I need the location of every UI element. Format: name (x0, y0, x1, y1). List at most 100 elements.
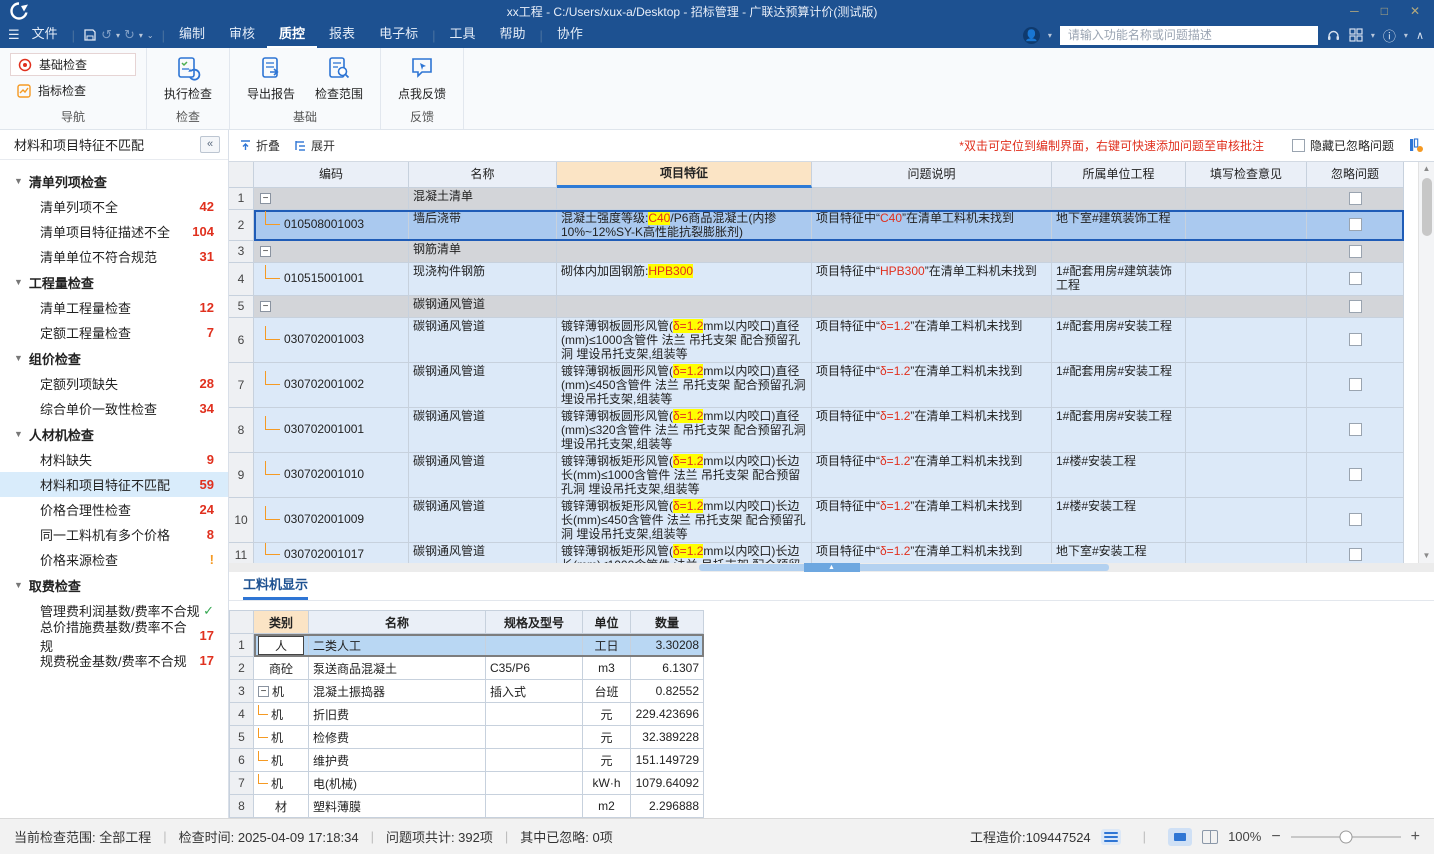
table-row-selected[interactable]: 2 010508001003 墙后浇带 混凝土强度等级:C40/P6商品混凝土(… (229, 210, 1404, 241)
cost-detail-icon[interactable] (1101, 829, 1121, 845)
header-qty[interactable]: 数量 (631, 611, 704, 634)
collapse-minus-icon[interactable]: − (260, 193, 271, 204)
resource-row[interactable]: 5 机 检修费 元 32.389228 (229, 726, 704, 749)
code-cell[interactable]: − (254, 188, 409, 210)
name-cell[interactable]: 泵送商品混凝土 (309, 657, 486, 680)
row-number[interactable]: 1 (229, 634, 254, 657)
row-number[interactable]: 10 (229, 498, 254, 543)
row-number[interactable]: 8 (229, 408, 254, 453)
code-cell[interactable]: 030702001010 (254, 453, 409, 498)
category-cell[interactable]: 商砼 (254, 657, 309, 680)
tree-item[interactable]: 清单列项不全42 (0, 194, 228, 219)
unit-cell[interactable]: 台班 (583, 680, 631, 703)
unit-project-cell[interactable]: 1#楼#安装工程 (1052, 453, 1186, 498)
opinion-cell[interactable] (1186, 241, 1307, 263)
code-cell[interactable]: 030702001002 (254, 363, 409, 408)
spec-cell[interactable] (486, 703, 583, 726)
hamburger-icon[interactable]: ☰ (8, 27, 20, 43)
row-number[interactable]: 6 (229, 749, 254, 772)
code-cell[interactable]: − (254, 241, 409, 263)
unit-cell[interactable]: 元 (583, 726, 631, 749)
opinion-cell[interactable] (1186, 210, 1307, 241)
problem-cell[interactable]: 项目特征中“δ=1.2”在清单工料机未找到 (812, 498, 1052, 543)
qty-cell[interactable]: 0.82552 (631, 680, 704, 703)
qty-cell[interactable]: 3.30208 (631, 634, 704, 657)
feedback-button[interactable]: 点我反馈 (391, 53, 453, 102)
problem-cell[interactable]: 项目特征中“δ=1.2”在清单工料机未找到 (812, 318, 1052, 363)
tree-item[interactable]: 总价措施费基数/费率不合规17 (0, 623, 228, 648)
tree-item[interactable]: 清单单位不符合规范31 (0, 244, 228, 269)
ignore-checkbox[interactable] (1349, 378, 1362, 391)
problem-cell[interactable]: 项目特征中“δ=1.2”在清单工料机未找到 (812, 408, 1052, 453)
name-cell[interactable]: 塑料薄膜 (309, 795, 486, 818)
name-cell[interactable]: 二类人工 (309, 634, 486, 657)
header-unit[interactable]: 单位 (583, 611, 631, 634)
name-cell[interactable]: 碳钢通风管道 (409, 363, 557, 408)
sidebar-collapse-button[interactable]: « (200, 136, 220, 153)
code-cell[interactable]: − (254, 296, 409, 318)
opinion-cell[interactable] (1186, 188, 1307, 210)
code-cell[interactable]: 030702001001 (254, 408, 409, 453)
resource-row[interactable]: 2 商砼 泵送商品混凝土 C35/P6 m3 6.1307 (229, 657, 704, 680)
export-report-button[interactable]: 导出报告 (240, 53, 302, 102)
maximize-button[interactable]: □ (1381, 4, 1388, 18)
layout-split-icon[interactable] (1202, 830, 1218, 844)
problem-cell[interactable] (812, 188, 1052, 210)
tree-item[interactable]: 价格来源检查! (0, 547, 228, 572)
collapse-rows-button[interactable]: 折叠 (239, 137, 280, 154)
tab-resource-display[interactable]: 工料机显示 (243, 574, 308, 600)
table-row-group[interactable]: 1 − 混凝土清单 (229, 188, 1404, 210)
scrollbar-thumb[interactable] (1422, 178, 1432, 236)
opinion-cell[interactable] (1186, 543, 1307, 563)
feature-cell[interactable]: 砌体内加固钢筋:HPB300 (557, 263, 812, 296)
qty-cell[interactable]: 6.1307 (631, 657, 704, 680)
tree-item[interactable]: 定额工程量检查7 (0, 320, 228, 345)
tree-item[interactable]: 综合单价一致性检查34 (0, 396, 228, 421)
feature-cell[interactable]: 镀锌薄钢板圆形风管(δ=1.2mm以内咬口)直径(mm)≤1000含管件 法兰 … (557, 318, 812, 363)
opinion-cell[interactable] (1186, 498, 1307, 543)
opinion-cell[interactable] (1186, 408, 1307, 453)
tree-item[interactable]: 定额列项缺失28 (0, 371, 228, 396)
qty-cell[interactable]: 32.389228 (631, 726, 704, 749)
resource-row-selected[interactable]: 1 人 二类人工 工日 3.30208 (229, 634, 704, 657)
user-avatar[interactable]: 👤 (1023, 27, 1040, 44)
opinion-cell[interactable] (1186, 363, 1307, 408)
name-cell[interactable]: 检修费 (309, 726, 486, 749)
ignore-checkbox[interactable] (1349, 300, 1362, 313)
unit-project-cell[interactable]: 地下室#安装工程 (1052, 543, 1186, 563)
name-cell[interactable]: 碳钢通风管道 (409, 318, 557, 363)
collapse-ribbon-icon[interactable]: ∧ (1416, 29, 1424, 42)
table-row[interactable]: 4 010515001001 现浇构件钢筋 砌体内加固钢筋:HPB300 项目特… (229, 263, 1404, 296)
ignore-checkbox[interactable] (1349, 513, 1362, 526)
row-number[interactable]: 5 (229, 296, 254, 318)
header-spec[interactable]: 规格及型号 (486, 611, 583, 634)
name-cell[interactable]: 折旧费 (309, 703, 486, 726)
header-code[interactable]: 编码 (254, 162, 409, 188)
name-cell[interactable]: 墙后浇带 (409, 210, 557, 241)
unit-cell[interactable]: m2 (583, 795, 631, 818)
unit-project-cell[interactable] (1052, 241, 1186, 263)
code-cell[interactable]: 030702001017 (254, 543, 409, 563)
table-row[interactable]: 11 030702001017 碳钢通风管道 镀锌薄钢板矩形风管(δ=1.2mm… (229, 543, 1404, 563)
row-number[interactable]: 3 (229, 680, 254, 703)
feature-cell[interactable]: 镀锌薄钢板矩形风管(δ=1.2mm以内咬口)长边长(mm)≤1000含管件 法兰… (557, 453, 812, 498)
undo-icon[interactable]: ↺ (101, 27, 112, 43)
row-number[interactable]: 7 (229, 363, 254, 408)
tree-item[interactable]: 材料缺失9 (0, 447, 228, 472)
tree-section-qufei[interactable]: ▼取费检查 (0, 572, 228, 598)
menu-file[interactable]: 文件 (20, 22, 70, 48)
table-row[interactable]: 7 030702001002 碳钢通风管道 镀锌薄钢板圆形风管(δ=1.2mm以… (229, 363, 1404, 408)
tree-item[interactable]: 价格合理性检查24 (0, 497, 228, 522)
menu-gongju[interactable]: 工具 (437, 22, 487, 48)
index-check-button[interactable]: 指标检查 (10, 79, 136, 102)
vertical-scrollbar[interactable]: ▲ ▼ (1418, 162, 1434, 563)
problem-cell[interactable]: 项目特征中“δ=1.2”在清单工料机未找到 (812, 543, 1052, 563)
header-name[interactable]: 名称 (409, 162, 557, 188)
problem-cell[interactable] (812, 296, 1052, 318)
row-number[interactable]: 9 (229, 453, 254, 498)
unit-project-cell[interactable]: 地下室#建筑装饰工程 (1052, 210, 1186, 241)
collapse-minus-icon[interactable]: − (258, 686, 269, 697)
qty-cell[interactable]: 1079.64092 (631, 772, 704, 795)
splitter-collapse-handle[interactable]: ▲ (804, 563, 860, 572)
menu-zhikong[interactable]: 质控 (267, 22, 317, 48)
